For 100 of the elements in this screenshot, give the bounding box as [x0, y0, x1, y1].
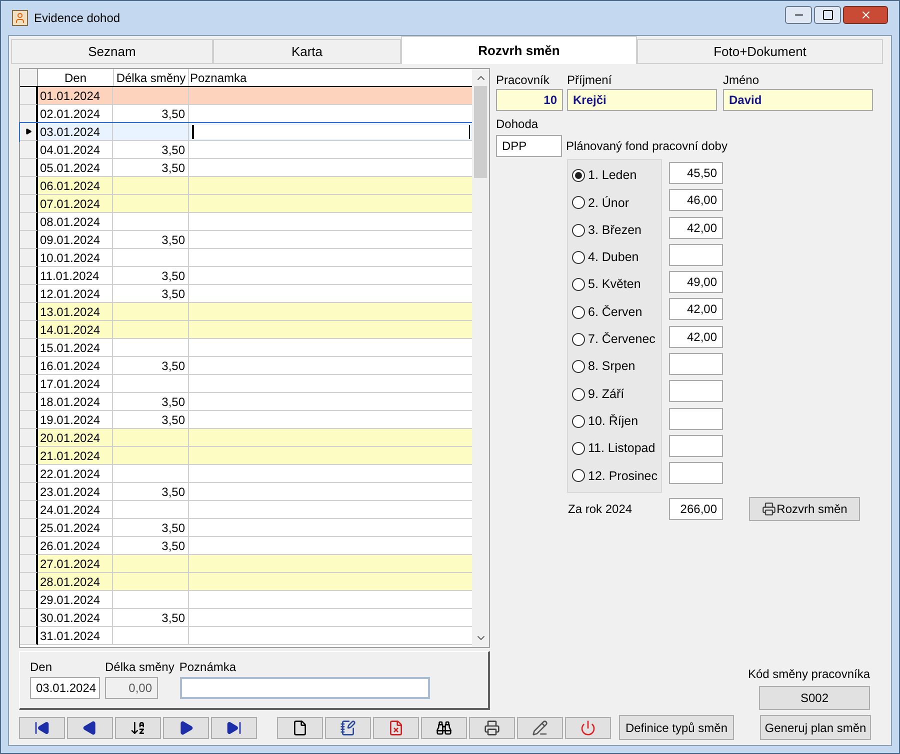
- date-field[interactable]: 03.01.2024: [30, 677, 100, 699]
- row-selector[interactable]: [20, 249, 38, 267]
- row-selector[interactable]: [20, 285, 38, 303]
- row-selector[interactable]: [20, 231, 38, 249]
- hours-field[interactable]: [669, 462, 723, 484]
- hours-field[interactable]: 49,00: [669, 271, 723, 294]
- row-selector[interactable]: [20, 591, 38, 609]
- grid-row[interactable]: 09.01.2024 3,50: [20, 231, 472, 249]
- column-header[interactable]: Poznamka: [189, 69, 472, 86]
- shift-length-field[interactable]: 0,00: [105, 677, 158, 699]
- grid-row[interactable]: 28.01.2024: [20, 573, 472, 591]
- row-selector[interactable]: [20, 195, 38, 213]
- row-selector[interactable]: [20, 159, 38, 177]
- cell-editor[interactable]: [192, 124, 470, 138]
- grid-row[interactable]: 27.01.2024: [20, 555, 472, 573]
- grid-row[interactable]: 24.01.2024: [20, 501, 472, 519]
- grid-row[interactable]: 02.01.2024 3,50: [20, 105, 472, 123]
- generate-plan-button[interactable]: Generuj plan směn: [760, 715, 871, 740]
- note-field[interactable]: [180, 677, 430, 699]
- grid-row[interactable]: 12.01.2024 3,50: [20, 285, 472, 303]
- grid-row[interactable]: 06.01.2024: [20, 177, 472, 195]
- row-selector[interactable]: [20, 339, 38, 357]
- tab[interactable]: Karta: [213, 39, 401, 64]
- month-radio[interactable]: 10. Říjen: [572, 408, 661, 435]
- shift-code-button[interactable]: S002: [759, 686, 870, 710]
- row-selector[interactable]: [20, 267, 38, 285]
- hours-field[interactable]: [669, 434, 723, 457]
- row-selector[interactable]: [20, 483, 38, 501]
- grid-row[interactable]: 31.01.2024: [20, 627, 472, 645]
- hours-field[interactable]: [669, 408, 723, 430]
- vertical-scrollbar[interactable]: [472, 69, 489, 647]
- grid-row[interactable]: 07.01.2024: [20, 195, 472, 213]
- row-selector[interactable]: [20, 555, 38, 573]
- maximize-button[interactable]: [814, 6, 841, 24]
- grid-row[interactable]: 30.01.2024 3,50: [20, 609, 472, 627]
- total-hours-field[interactable]: 266,00: [669, 498, 723, 520]
- minimize-button[interactable]: [785, 6, 812, 24]
- grid-row[interactable]: 04.01.2024 3,50: [20, 141, 472, 159]
- toolbar-button[interactable]: [277, 716, 323, 738]
- navigation-button[interactable]: [19, 716, 65, 738]
- month-radio[interactable]: 4. Duben: [572, 244, 661, 272]
- hours-field[interactable]: [669, 353, 723, 376]
- row-selector[interactable]: [20, 141, 38, 159]
- row-selector[interactable]: [20, 609, 38, 627]
- row-selector[interactable]: [20, 213, 38, 231]
- row-selector[interactable]: [20, 105, 38, 123]
- surname-field[interactable]: Krejči: [567, 89, 717, 111]
- toolbar-button[interactable]: [517, 716, 563, 738]
- first-name-field[interactable]: David: [723, 89, 873, 111]
- employee-number-field[interactable]: 10: [496, 89, 563, 111]
- month-radio[interactable]: 11. Listopad: [572, 434, 661, 462]
- row-selector[interactable]: [20, 519, 38, 537]
- grid-row[interactable]: 26.01.2024 3,50: [20, 537, 472, 555]
- scroll-thumb[interactable]: [474, 86, 488, 178]
- grid-row[interactable]: 08.01.2024: [20, 213, 472, 231]
- row-selector[interactable]: [20, 87, 38, 105]
- row-selector[interactable]: [20, 177, 38, 195]
- hours-field[interactable]: 45,50: [669, 162, 723, 184]
- month-radio[interactable]: 5. Květen: [572, 271, 661, 298]
- tab[interactable]: Foto+Dokument: [637, 39, 883, 64]
- grid-row[interactable]: 20.01.2024: [20, 429, 472, 447]
- month-radio[interactable]: 8. Srpen: [572, 353, 661, 380]
- grid-row[interactable]: 13.01.2024: [20, 303, 472, 321]
- grid-row[interactable]: 21.01.2024: [20, 447, 472, 465]
- month-radio[interactable]: 7. Červenec: [572, 326, 661, 354]
- column-header[interactable]: Délka směny: [113, 69, 189, 86]
- grid-row[interactable]: 05.01.2024 3,50: [20, 159, 472, 177]
- row-selector[interactable]: [20, 375, 38, 393]
- tab[interactable]: Seznam: [11, 39, 213, 64]
- toolbar-button[interactable]: [469, 716, 515, 738]
- grid-row[interactable]: 15.01.2024: [20, 339, 472, 357]
- row-selector[interactable]: [20, 303, 38, 321]
- hours-field[interactable]: 42,00: [669, 216, 723, 239]
- row-selector[interactable]: [20, 501, 38, 519]
- toolbar-button[interactable]: [325, 716, 371, 738]
- navigation-button[interactable]: [211, 716, 257, 738]
- close-button[interactable]: [843, 6, 888, 24]
- grid-row[interactable]: 22.01.2024: [20, 465, 472, 483]
- navigation-button[interactable]: [67, 716, 113, 738]
- month-radio[interactable]: 6. Červen: [572, 298, 661, 326]
- hours-field[interactable]: 42,00: [669, 298, 723, 320]
- row-selector[interactable]: [20, 537, 38, 555]
- row-selector[interactable]: [20, 411, 38, 429]
- grid-row[interactable]: 23.01.2024 3,50: [20, 483, 472, 501]
- month-radio[interactable]: 3. Březen: [572, 216, 661, 244]
- row-selector[interactable]: [20, 429, 38, 447]
- row-selector[interactable]: [20, 123, 38, 141]
- month-radio[interactable]: 12. Prosinec: [572, 462, 661, 490]
- row-selector[interactable]: [20, 321, 38, 339]
- hours-field[interactable]: [669, 380, 723, 402]
- row-selector[interactable]: [20, 465, 38, 483]
- month-radio[interactable]: 1. Leden: [572, 162, 661, 190]
- tab[interactable]: Rozvrh směn: [401, 36, 637, 64]
- grid-row[interactable]: 14.01.2024: [20, 321, 472, 339]
- grid-row[interactable]: 01.01.2024: [20, 87, 472, 105]
- row-selector[interactable]: [20, 627, 38, 645]
- navigation-button[interactable]: [115, 716, 161, 738]
- grid-row[interactable]: 03.01.2024: [20, 123, 472, 141]
- grid-row[interactable]: 16.01.2024 3,50: [20, 357, 472, 375]
- grid-row[interactable]: 11.01.2024 3,50: [20, 267, 472, 285]
